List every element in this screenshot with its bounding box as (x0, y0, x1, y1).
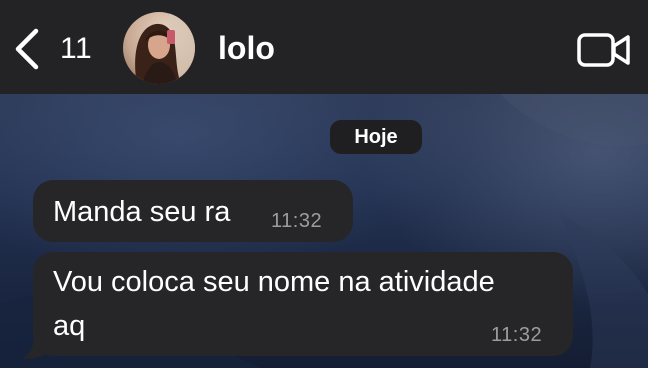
message-text: Manda seu ra (53, 196, 231, 228)
chat-header: 11 lolo (0, 0, 648, 94)
contact-name[interactable]: lolo (218, 28, 275, 68)
chat-screen: 11 lolo Hoje Manda seu ra 11:32 Vou colo… (0, 0, 648, 368)
back-button[interactable]: 11 (12, 24, 92, 74)
message-bubble[interactable]: Vou coloca seu nome na atividade aq 11:3… (33, 252, 573, 356)
date-separator: Hoje (330, 120, 422, 154)
video-call-button[interactable] (576, 30, 632, 70)
chat-area[interactable]: Hoje Manda seu ra 11:32 Vou coloca seu n… (0, 94, 648, 368)
chevron-left-icon[interactable] (12, 27, 42, 71)
video-camera-icon[interactable] (576, 30, 632, 70)
message-time: 11:32 (491, 324, 543, 346)
message-text: Vou coloca seu nome na atividade aq (53, 266, 495, 342)
unread-count[interactable]: 11 (60, 32, 92, 66)
message-bubble[interactable]: Manda seu ra 11:32 (33, 180, 353, 242)
contact-avatar[interactable] (123, 12, 195, 84)
message-time: 11:32 (271, 210, 323, 232)
